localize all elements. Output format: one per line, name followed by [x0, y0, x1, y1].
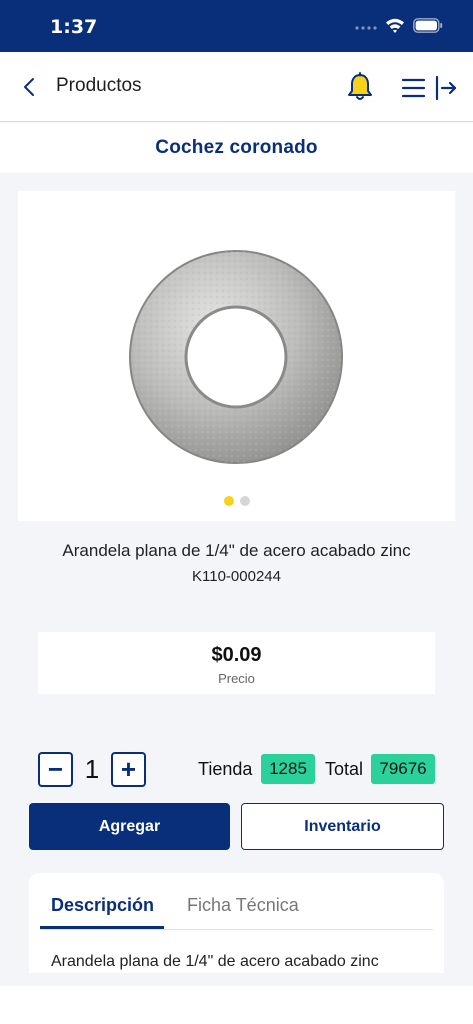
- increase-quantity-button[interactable]: +: [111, 752, 146, 787]
- details-tabs-card: Descripción Ficha Técnica Arandela plana…: [29, 873, 444, 973]
- status-bar: 1:37: [0, 0, 473, 52]
- store-banner: Cochez coronado: [0, 123, 473, 173]
- product-name: Arandela plana de 1/4" de acero acabado …: [62, 541, 411, 560]
- store-stock-badge: 1285: [261, 754, 315, 784]
- product-sku: K110-000244: [192, 568, 281, 585]
- carousel-dots: [18, 496, 455, 506]
- add-to-cart-button[interactable]: Agregar: [29, 803, 230, 850]
- product-image-gallery[interactable]: [18, 191, 455, 521]
- quantity-value[interactable]: 1: [78, 754, 106, 785]
- menu-logout-icon[interactable]: [402, 74, 458, 102]
- signal-icon: [355, 26, 377, 30]
- page-title: Productos: [56, 75, 142, 96]
- wifi-icon: [386, 18, 404, 33]
- decrease-quantity-button[interactable]: −: [38, 752, 73, 787]
- washer-image: [129, 250, 343, 464]
- store-name: Cochez coronado: [155, 137, 318, 158]
- status-icons: [355, 17, 443, 33]
- carousel-dot-1[interactable]: [223, 496, 234, 506]
- carousel-dot-2[interactable]: [239, 496, 250, 506]
- inventory-button[interactable]: Inventario: [241, 803, 444, 850]
- total-stock-badge: 79676: [371, 754, 435, 784]
- tab-divider: [40, 929, 433, 930]
- tab-descripcion[interactable]: Descripción: [51, 895, 154, 916]
- store-stock-label: Tienda: [198, 759, 253, 779]
- tab-ficha-tecnica[interactable]: Ficha Técnica: [187, 895, 299, 916]
- status-time: 1:37: [50, 16, 98, 38]
- battery-icon: [413, 17, 443, 33]
- total-stock-label: Total: [325, 759, 364, 779]
- description-text: Arandela plana de 1/4" de acero acabado …: [51, 953, 379, 970]
- price-label: Precio: [218, 671, 255, 686]
- nav-bar: Productos: [0, 52, 473, 122]
- notification-bell-icon[interactable]: [346, 72, 374, 102]
- bottom-area: [0, 986, 473, 1024]
- back-chevron-icon[interactable]: [18, 75, 42, 99]
- price-card: $0.09 Precio: [38, 632, 435, 694]
- price-value: $0.09: [211, 644, 262, 666]
